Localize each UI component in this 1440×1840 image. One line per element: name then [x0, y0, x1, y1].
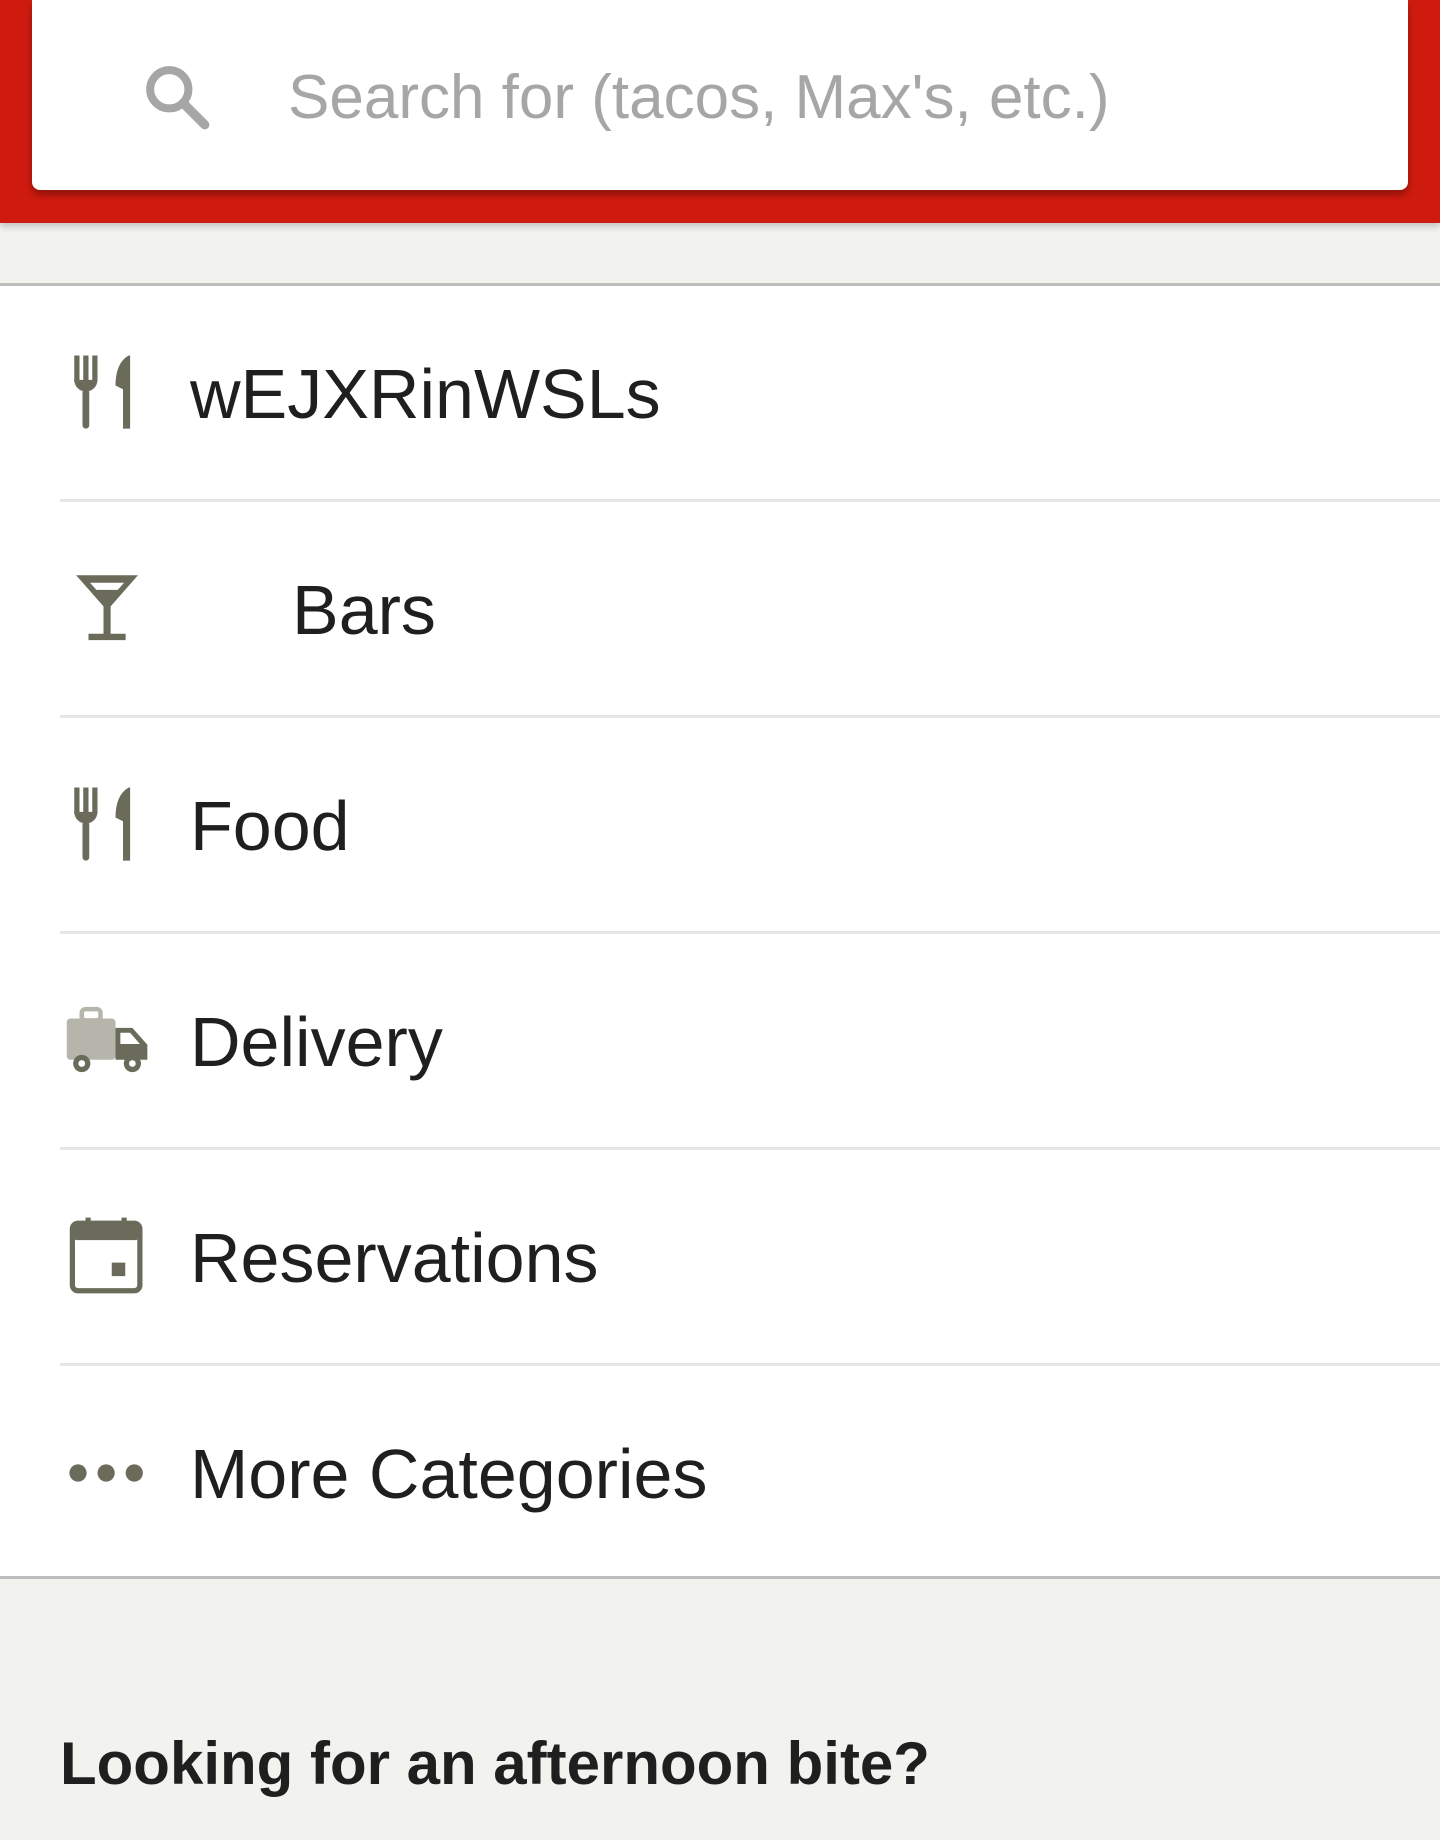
delivery-truck-icon — [66, 1006, 148, 1073]
divider — [0, 1576, 1440, 1579]
category-item[interactable]: More Categories — [0, 1366, 1440, 1582]
category-label: wEJXRinWSLs — [190, 355, 661, 433]
category-item[interactable]: Reservations — [0, 1150, 1440, 1366]
category-item[interactable]: Bars — [0, 502, 1440, 718]
category-label: Food — [190, 787, 350, 865]
category-label: Reservations — [190, 1219, 599, 1297]
calendar-icon — [69, 1217, 143, 1294]
category-label: Bars — [292, 571, 436, 649]
fork-knife-icon — [74, 355, 131, 429]
category-item[interactable]: Delivery — [0, 934, 1440, 1150]
search-input[interactable]: Search for (tacos, Max's, etc.) — [288, 58, 1110, 138]
category-label: Delivery — [190, 1003, 443, 1081]
category-item[interactable]: Food — [0, 718, 1440, 934]
app-header: Search for (tacos, Max's, etc.) — [0, 0, 1440, 223]
search-icon — [146, 66, 210, 130]
category-list: wEJXRinWSLs Bars Food Delivery Reservati… — [0, 286, 1440, 1576]
cocktail-glass-icon — [76, 575, 138, 641]
category-item[interactable]: wEJXRinWSLs — [0, 286, 1440, 502]
section-title: Looking for an afternoon bite? — [60, 1730, 930, 1797]
category-label: More Categories — [190, 1435, 708, 1513]
more-dots-icon — [69, 1464, 143, 1482]
search-bar[interactable]: Search for (tacos, Max's, etc.) — [32, 0, 1408, 190]
fork-knife-icon — [74, 787, 131, 861]
